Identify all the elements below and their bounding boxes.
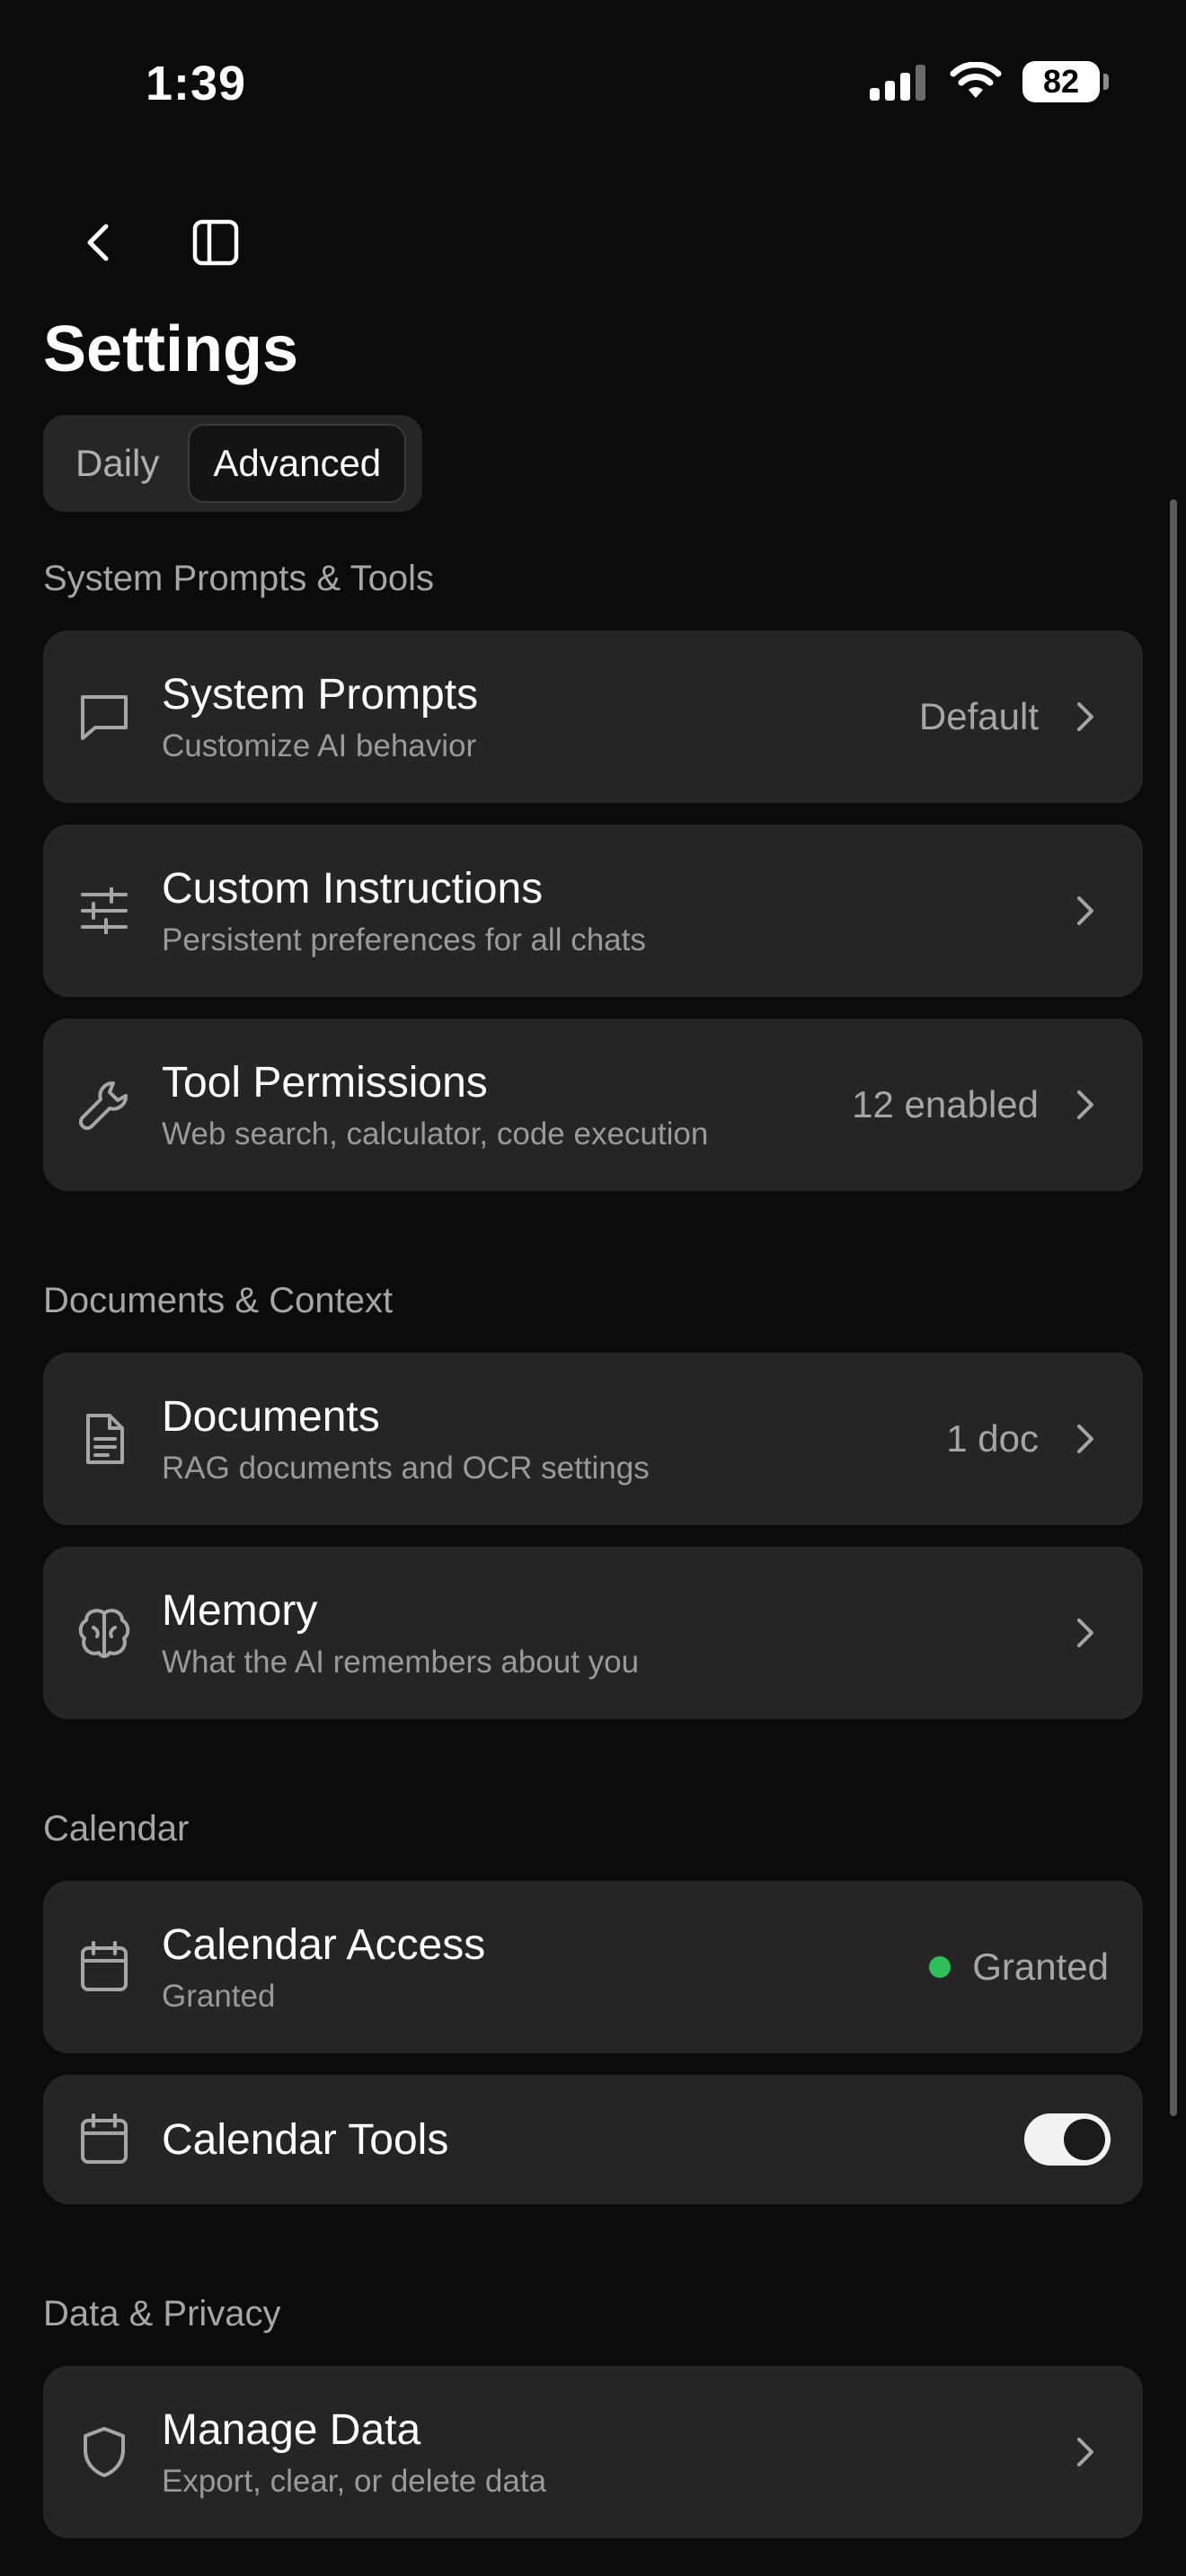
sidebar-icon [191, 218, 240, 267]
chevron-right-icon [1067, 2434, 1103, 2470]
settings-row-system-prompts[interactable]: System Prompts Customize AI behavior Def… [43, 631, 1143, 803]
sliders-icon [75, 882, 133, 940]
chevron-right-icon [1067, 893, 1103, 929]
page-title: Settings [43, 313, 299, 385]
document-icon [75, 1410, 133, 1468]
row-title: Calendar Access [162, 1920, 486, 1969]
shield-icon [75, 2423, 133, 2481]
row-subtitle: What the AI remembers about you [162, 1644, 640, 1680]
settings-row-manage-data[interactable]: Manage Data Export, clear, or delete dat… [43, 2366, 1143, 2538]
wifi-icon [949, 62, 1003, 101]
battery-indicator: 82 [1022, 61, 1109, 102]
row-subtitle: Web search, calculator, code execution [162, 1116, 709, 1151]
tab-advanced[interactable]: Advanced [188, 424, 407, 503]
settings-row-tool-permissions[interactable]: Tool Permissions Web search, calculator,… [43, 1019, 1143, 1191]
wrench-icon [75, 1076, 133, 1134]
chevron-right-icon [1067, 1087, 1103, 1123]
row-value: 1 doc [946, 1417, 1039, 1460]
status-bar: 1:39 82 [0, 0, 1186, 171]
calendar-icon [75, 2111, 133, 2168]
row-title: Documents [162, 1392, 380, 1441]
chevron-right-icon [1067, 699, 1103, 735]
cellular-signal-icon [870, 63, 929, 101]
calendar-tools-toggle[interactable] [1024, 2113, 1111, 2166]
calendar-icon [75, 1938, 133, 1996]
section-label-data-privacy: Data & Privacy [43, 2294, 281, 2333]
status-badge: Granted [929, 1945, 1109, 1989]
settings-row-documents[interactable]: Documents RAG documents and OCR settings… [43, 1353, 1143, 1525]
section-label-calendar: Calendar [43, 1809, 190, 1848]
scrollbar[interactable] [1170, 499, 1177, 2116]
settings-row-custom-instructions[interactable]: Custom Instructions Persistent preferenc… [43, 825, 1143, 997]
back-button[interactable] [70, 214, 128, 271]
row-title: Calendar Tools [162, 2115, 449, 2164]
row-title: Tool Permissions [162, 1058, 488, 1107]
settings-row-memory[interactable]: Memory What the AI remembers about you [43, 1547, 1143, 1719]
sidebar-toggle-button[interactable] [187, 214, 244, 271]
chat-bubble-icon [75, 688, 133, 745]
toggle-knob [1064, 2119, 1105, 2160]
row-title: Memory [162, 1586, 318, 1635]
row-subtitle: Persistent preferences for all chats [162, 922, 646, 957]
row-subtitle: Granted [162, 1978, 276, 2014]
section-label-system-prompts-tools: System Prompts & Tools [43, 559, 434, 598]
row-title: Custom Instructions [162, 864, 544, 913]
status-text: Granted [972, 1945, 1109, 1988]
row-subtitle: Export, clear, or delete data [162, 2463, 547, 2499]
chevron-right-icon [1067, 1615, 1103, 1651]
row-value: Default [918, 695, 1039, 737]
mode-segmented-control: Daily Advanced [43, 415, 422, 512]
row-title: Manage Data [162, 2405, 421, 2454]
row-subtitle: RAG documents and OCR settings [162, 1450, 650, 1486]
chevron-left-icon [81, 221, 117, 264]
status-time: 1:39 [146, 57, 247, 110]
row-title: System Prompts [162, 670, 479, 719]
row-subtitle: Customize AI behavior [162, 728, 477, 763]
settings-row-calendar-tools: Calendar Tools [43, 2075, 1143, 2204]
settings-row-calendar-access[interactable]: Calendar Access Granted Granted [43, 1881, 1143, 2053]
tab-daily[interactable]: Daily [52, 424, 182, 503]
section-label-documents-context: Documents & Context [43, 1281, 394, 1320]
row-value: 12 enabled [852, 1083, 1039, 1125]
status-icons: 82 [870, 61, 1109, 102]
brain-icon [75, 1604, 133, 1662]
chevron-right-icon [1067, 1421, 1103, 1457]
status-dot [929, 1956, 951, 1978]
